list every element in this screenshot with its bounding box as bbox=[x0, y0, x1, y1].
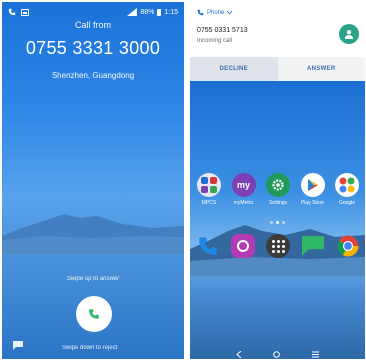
notification-header: Phone bbox=[197, 9, 233, 16]
incoming-call-screen: 88% 1:15 Call from 0755 3331 3000 Shenzh… bbox=[2, 2, 184, 359]
camera-icon[interactable] bbox=[231, 234, 255, 258]
app-drawer-icon[interactable] bbox=[266, 234, 290, 258]
page-dot-active bbox=[276, 221, 279, 224]
image-notification-icon bbox=[21, 8, 29, 16]
app-label: Google bbox=[338, 200, 356, 206]
notification-status: Incoming call bbox=[197, 38, 233, 44]
signal-icon bbox=[127, 8, 138, 16]
app-label: Settings bbox=[268, 200, 288, 206]
google-folder-icon bbox=[335, 173, 359, 197]
home-icon[interactable] bbox=[273, 350, 281, 358]
page-dot bbox=[270, 221, 273, 224]
call-from-label: Call from bbox=[74, 20, 111, 30]
message-reply-icon[interactable] bbox=[13, 341, 23, 350]
call-notification[interactable]: Phone 0755 0331 5713 Incoming call bbox=[190, 2, 365, 52]
decline-button[interactable]: DECLINE bbox=[190, 57, 278, 81]
phone-icon[interactable] bbox=[196, 234, 220, 258]
missed-call-icon bbox=[8, 8, 16, 16]
caller-number: 0755 3331 3000 bbox=[25, 38, 161, 58]
app-mymetro[interactable]: my myMetro bbox=[228, 173, 260, 206]
home-wallpaper bbox=[190, 81, 365, 359]
page-dot bbox=[282, 221, 285, 224]
dock bbox=[196, 234, 360, 258]
navigation-bar bbox=[190, 347, 365, 359]
status-bar: 88% 1:15 bbox=[8, 6, 178, 18]
app-google[interactable]: Google bbox=[331, 173, 363, 206]
app-label: Play Store bbox=[300, 200, 325, 206]
play-store-icon bbox=[300, 173, 325, 197]
gear-icon bbox=[266, 173, 290, 197]
swipe-down-hint: Swipe down to reject bbox=[62, 345, 118, 351]
home-app-row: MPCS my myMetro Settings Play Store Goog… bbox=[193, 173, 363, 206]
battery-percent: 88% bbox=[140, 8, 155, 16]
mountain-wallpaper bbox=[2, 214, 184, 254]
back-icon[interactable] bbox=[236, 350, 242, 358]
app-label: MPCS bbox=[201, 200, 217, 206]
answer-button[interactable]: ANSWER bbox=[277, 57, 365, 81]
clock: 1:15 bbox=[164, 8, 178, 16]
chrome-icon[interactable] bbox=[336, 234, 360, 258]
mymetro-icon: my bbox=[231, 173, 256, 197]
folder-icon bbox=[197, 173, 221, 197]
home-screen-with-notification: Phone 0755 0331 5713 Incoming call DECLI… bbox=[190, 2, 365, 359]
app-play-store[interactable]: Play Store bbox=[297, 173, 329, 206]
messages-icon[interactable] bbox=[301, 234, 325, 258]
answer-call-button[interactable] bbox=[76, 296, 112, 332]
caller-location: Shenzhen, Guangdong bbox=[51, 71, 135, 80]
chevron-down-icon[interactable] bbox=[227, 10, 233, 15]
avatar bbox=[339, 24, 359, 44]
app-settings[interactable]: Settings bbox=[262, 173, 294, 206]
notification-number: 0755 0331 5713 bbox=[197, 27, 248, 34]
page-indicator bbox=[190, 221, 365, 224]
recents-icon[interactable] bbox=[312, 351, 320, 358]
notification-app-name: Phone bbox=[207, 9, 225, 16]
app-mpcs[interactable]: MPCS bbox=[193, 173, 225, 206]
phone-icon bbox=[89, 309, 99, 319]
swipe-up-hint: Swipe up to answer bbox=[66, 276, 120, 282]
phone-icon bbox=[197, 9, 204, 16]
person-icon bbox=[345, 30, 353, 39]
app-label: myMetro bbox=[233, 200, 254, 206]
notification-actions: DECLINE ANSWER bbox=[190, 57, 365, 81]
battery-icon bbox=[157, 8, 162, 16]
